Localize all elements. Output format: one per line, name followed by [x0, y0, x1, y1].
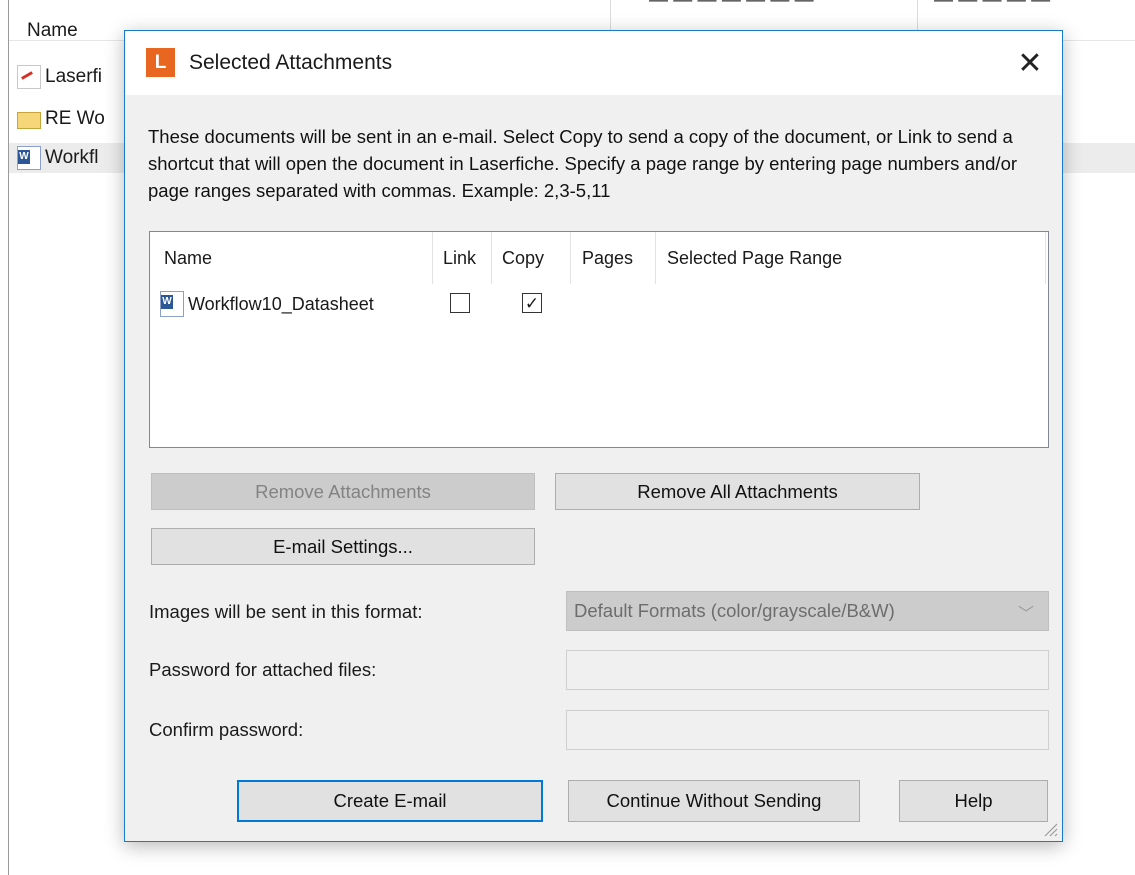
- dialog-title: Selected Attachments: [189, 51, 393, 74]
- background-column-3[interactable]: — — — — —: [934, 0, 1050, 12]
- column-divider: [570, 232, 571, 284]
- column-divider: [432, 232, 433, 284]
- password-field[interactable]: [566, 650, 1049, 690]
- column-header-name[interactable]: Name: [164, 248, 212, 269]
- copy-checkbox[interactable]: ✓: [522, 293, 542, 313]
- list-item-label: Laserfi: [45, 66, 103, 87]
- chevron-down-icon: ﹀: [1017, 606, 1034, 623]
- title-bar[interactable]: L Selected Attachments ✕: [125, 31, 1062, 95]
- word-document-icon: [17, 146, 41, 170]
- close-button[interactable]: ✕: [998, 31, 1062, 95]
- link-checkbox[interactable]: [450, 293, 470, 313]
- email-settings-button[interactable]: E-mail Settings...: [151, 528, 535, 565]
- password-label: Password for attached files:: [149, 659, 377, 680]
- word-document-icon: [160, 291, 184, 317]
- remove-attachments-button[interactable]: Remove Attachments: [151, 473, 535, 510]
- column-divider: [655, 232, 656, 284]
- image-format-label: Images will be sent in this format:: [149, 601, 423, 622]
- column-header-copy[interactable]: Copy: [502, 248, 544, 269]
- resize-grip-icon[interactable]: [1042, 821, 1058, 837]
- column-divider: [1045, 232, 1046, 284]
- email-icon: [17, 111, 41, 129]
- attachments-list[interactable]: Name Link Copy Pages Selected Page Range…: [149, 231, 1049, 448]
- list-item-label: RE Wo: [45, 108, 105, 129]
- column-divider: [491, 232, 492, 284]
- list-item-label: Workfl: [45, 147, 99, 168]
- column-header-selected-page-range[interactable]: Selected Page Range: [667, 248, 842, 269]
- instructions-text: These documents will be sent in an e-mai…: [148, 126, 1018, 201]
- background-column-name[interactable]: Name: [27, 20, 78, 42]
- pdf-icon: [17, 65, 41, 89]
- list-item[interactable]: RE Wo: [17, 104, 105, 134]
- attachment-row[interactable]: Workflow10_Datasheet: [160, 289, 374, 319]
- selected-attachments-dialog: L Selected Attachments ✕ These documents…: [124, 30, 1063, 842]
- create-email-button[interactable]: Create E-mail: [237, 780, 543, 822]
- laserfiche-logo-icon: L: [146, 48, 175, 77]
- continue-without-sending-button[interactable]: Continue Without Sending: [568, 780, 860, 822]
- column-header-link[interactable]: Link: [443, 248, 476, 269]
- image-format-select[interactable]: Default Formats (color/grayscale/B&W) ﹀: [566, 591, 1049, 631]
- list-item[interactable]: Laserfi: [17, 62, 102, 92]
- image-format-value: Default Formats (color/grayscale/B&W): [574, 600, 895, 621]
- confirm-password-label: Confirm password:: [149, 719, 304, 740]
- confirm-password-field[interactable]: [566, 710, 1049, 750]
- column-header-pages[interactable]: Pages: [582, 248, 633, 269]
- attachment-name: Workflow10_Datasheet: [188, 293, 374, 314]
- background-column-2[interactable]: — — — — — — —: [649, 0, 814, 12]
- remove-all-attachments-button[interactable]: Remove All Attachments: [555, 473, 920, 510]
- help-button[interactable]: Help: [899, 780, 1048, 822]
